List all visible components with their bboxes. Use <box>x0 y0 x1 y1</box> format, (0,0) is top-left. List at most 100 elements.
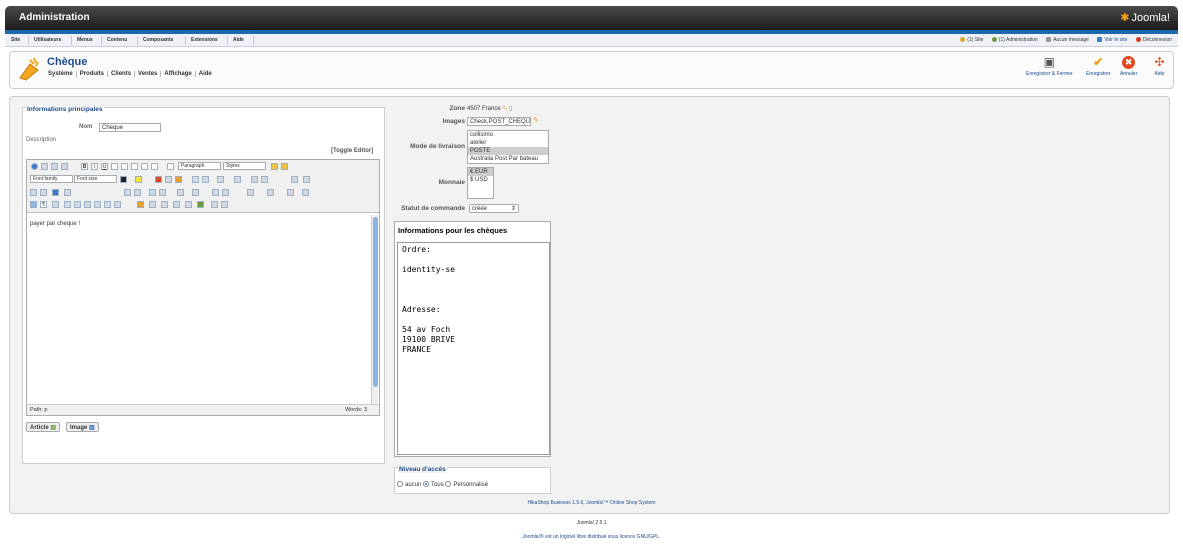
logout-link[interactable]: Déconnexion <box>1135 37 1172 43</box>
align-left-icon[interactable] <box>121 163 128 170</box>
save-close-button[interactable]: ▣ Enregistrer & Fermer <box>1026 56 1073 78</box>
menu-site[interactable]: Site <box>11 37 20 43</box>
align-right-icon[interactable] <box>141 163 148 170</box>
shipping-listbox[interactable]: collisimo atelier POSTE Australia Post P… <box>467 130 549 164</box>
fullscreen-icon[interactable] <box>52 189 59 196</box>
numbered-list-icon[interactable] <box>234 176 241 183</box>
help-button[interactable]: ✣ Aide <box>1153 56 1166 78</box>
spellcheck-icon[interactable] <box>197 201 204 208</box>
align-justify-icon[interactable] <box>151 163 158 170</box>
print-icon[interactable] <box>287 189 294 196</box>
rtl-icon[interactable] <box>40 189 47 196</box>
forward-icon[interactable] <box>173 201 180 208</box>
replace-icon[interactable] <box>134 189 141 196</box>
cut-icon[interactable] <box>155 176 162 183</box>
underline-icon[interactable]: U <box>101 163 108 170</box>
shipping-option[interactable]: Australia Post Par bateau <box>468 155 548 163</box>
del-icon[interactable] <box>104 201 111 208</box>
view-site-link[interactable]: Voir le site <box>1097 37 1127 43</box>
shipping-option[interactable]: atelier <box>468 139 548 147</box>
strikethrough-icon[interactable] <box>111 163 118 170</box>
license-link[interactable]: Joomla!® est un logiciel libre distribué… <box>0 534 1183 540</box>
edit-icon[interactable]: ✎ <box>502 106 507 112</box>
styleprops-icon[interactable] <box>167 163 174 170</box>
media-icon[interactable] <box>137 201 144 208</box>
menu-components[interactable]: Composants <box>143 37 173 43</box>
italic-icon[interactable]: I <box>91 163 98 170</box>
toggle-editor-link[interactable]: [Toggle Editor] <box>331 148 373 154</box>
attribs-icon[interactable] <box>114 201 121 208</box>
edit-icon[interactable]: ✎ <box>533 116 539 124</box>
layer-icon[interactable] <box>149 201 156 208</box>
new-document-icon[interactable] <box>41 163 48 170</box>
currency-option[interactable]: $ USD <box>468 176 493 184</box>
ins-icon[interactable] <box>94 201 101 208</box>
cheque-info-textarea[interactable]: Ordre: identity-se Adresse: 54 av Foch 1… <box>397 242 550 455</box>
menu-extensions[interactable]: Extensions <box>191 37 218 43</box>
save-button[interactable]: ✔ Enregistrer <box>1086 56 1110 78</box>
subscript-icon[interactable] <box>251 176 258 183</box>
font-size-select[interactable]: Font size <box>74 175 117 183</box>
insert-article-button[interactable]: Article ▤ <box>26 422 61 432</box>
currency-option[interactable]: € EUR <box>468 168 493 176</box>
insert-table-icon[interactable] <box>64 189 71 196</box>
menu-users[interactable]: Utilisateurs <box>34 37 61 43</box>
access-radio-all[interactable] <box>423 481 430 487</box>
backward-icon[interactable] <box>185 201 192 208</box>
outdent-icon[interactable] <box>222 189 229 196</box>
cite-icon[interactable] <box>84 201 91 208</box>
image-icon[interactable] <box>177 189 184 196</box>
paste-word-icon[interactable] <box>202 176 209 183</box>
ltr-icon[interactable] <box>30 189 37 196</box>
fullpage-icon[interactable] <box>221 201 228 208</box>
pencil-icon[interactable] <box>271 163 278 170</box>
submenu-products[interactable]: Produits <box>75 71 108 77</box>
link-icon[interactable] <box>149 189 156 196</box>
undo-icon[interactable] <box>51 163 58 170</box>
access-radio-none[interactable] <box>397 481 403 487</box>
text-color-icon[interactable] <box>120 176 127 183</box>
menu-help[interactable]: Aide <box>233 37 244 43</box>
blockquote-icon[interactable] <box>192 189 199 196</box>
align-center-icon[interactable] <box>131 163 138 170</box>
font-family-select[interactable]: Font family <box>30 175 73 183</box>
pilcrow-icon[interactable]: ¶ <box>40 201 47 208</box>
trash-icon[interactable]: ▯ <box>509 106 512 112</box>
preview-icon[interactable] <box>302 189 309 196</box>
menu-content[interactable]: Contenu <box>107 37 127 43</box>
template-icon[interactable] <box>267 189 274 196</box>
access-radio-custom[interactable] <box>445 481 452 487</box>
status-messages[interactable]: Aucun message <box>1046 37 1089 43</box>
cleanup-icon[interactable] <box>281 163 288 170</box>
order-status-select[interactable]: créée ⇕ <box>469 204 519 213</box>
hikashop-footer[interactable]: HikaShop Business 1.5.6, Joomla!™ Online… <box>0 500 1183 506</box>
submenu-help[interactable]: Aide <box>194 71 215 77</box>
redo-icon[interactable] <box>61 163 68 170</box>
paste-text-icon[interactable] <box>192 176 199 183</box>
name-input[interactable]: Cheque <box>99 123 161 132</box>
copy-icon[interactable] <box>165 176 172 183</box>
abbr-icon[interactable] <box>64 201 71 208</box>
status-admin[interactable]: (1) Administration <box>991 37 1038 43</box>
submenu-customers[interactable]: Clients <box>107 71 135 77</box>
scrollbar-thumb[interactable] <box>373 217 378 387</box>
currency-listbox[interactable]: € EUR $ USD <box>467 167 494 199</box>
bold-icon[interactable]: B <box>81 163 88 170</box>
submenu-system[interactable]: Système <box>48 71 76 77</box>
paragraph-select[interactable]: Paragraph <box>178 162 221 170</box>
shipping-option[interactable]: collisimo <box>468 131 548 139</box>
submenu-display[interactable]: Affichage <box>160 71 195 77</box>
status-site[interactable]: (1) Site <box>960 37 983 43</box>
bullet-list-icon[interactable] <box>217 176 224 183</box>
superscript-icon[interactable] <box>261 176 268 183</box>
indent-icon[interactable] <box>212 189 219 196</box>
editor-scrollbar[interactable] <box>371 215 378 405</box>
shipping-option[interactable]: POSTE <box>468 147 548 155</box>
horizontal-rule-icon[interactable] <box>303 176 310 183</box>
acronym-icon[interactable] <box>74 201 81 208</box>
styles-select[interactable]: Styles <box>223 162 266 170</box>
absolute-icon[interactable] <box>161 201 168 208</box>
menu-menus[interactable]: Menus <box>77 37 93 43</box>
submenu-sales[interactable]: Ventes <box>134 71 161 77</box>
special-char-icon[interactable] <box>291 176 298 183</box>
